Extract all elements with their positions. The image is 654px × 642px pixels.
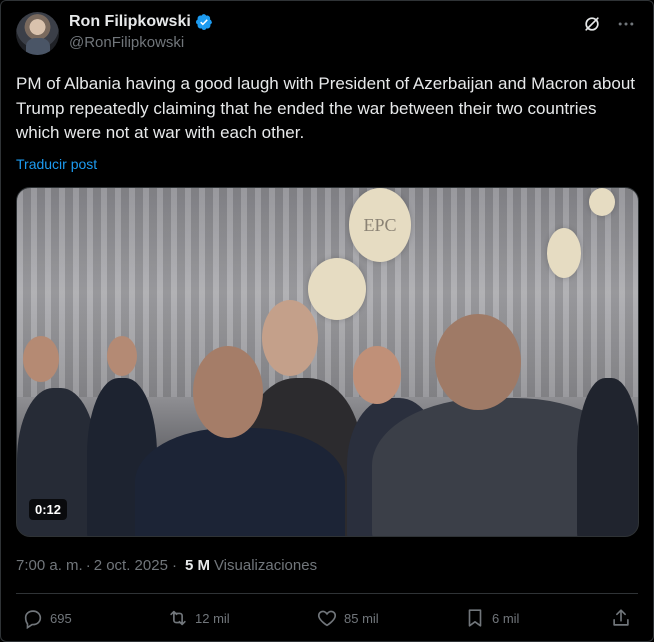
bookmark-icon <box>468 609 482 627</box>
video-player[interactable]: EPC <box>16 187 639 537</box>
meta-dot: · <box>171 557 177 574</box>
share-icon <box>613 609 629 626</box>
tweet-text: PM of Albania having a good laugh with P… <box>16 74 636 142</box>
author-handle[interactable]: @RonFilipkowski <box>69 34 213 51</box>
epc-logo-disc: EPC <box>349 188 411 262</box>
tweet-header: Ron Filipkowski @RonFilipkowski <box>16 12 638 58</box>
reply-icon <box>24 610 42 629</box>
decor-disc <box>589 188 615 216</box>
person-front-left-head <box>193 346 263 438</box>
decor-disc <box>308 258 366 320</box>
author-info: Ron Filipkowski @RonFilipkowski <box>69 13 213 51</box>
heart-icon <box>317 610 337 627</box>
reply-button[interactable]: 695 <box>22 607 72 629</box>
reply-count: 695 <box>50 610 72 626</box>
tweet-meta: 7:00 a. m. · 2 oct. 2025 · 5 M Visualiza… <box>16 557 317 574</box>
repost-count: 12 mil <box>195 610 230 626</box>
person-front-left <box>135 428 345 536</box>
decor-disc <box>547 228 581 278</box>
person-left-head <box>23 336 59 382</box>
like-button[interactable]: 85 mil <box>316 607 379 629</box>
person-center-tall-head <box>262 300 318 376</box>
name-row: Ron Filipkowski <box>69 13 213 31</box>
views-label: Visualizaciones <box>213 557 318 574</box>
divider <box>16 593 638 594</box>
bookmark-count: 6 mil <box>492 610 520 626</box>
epc-logo-text: EPC <box>363 214 397 235</box>
avatar[interactable] <box>16 12 59 55</box>
bookmark-button[interactable]: 6 mil <box>464 607 519 629</box>
repost-button[interactable]: 12 mil <box>167 607 230 629</box>
verified-badge-icon <box>195 14 212 31</box>
person-right-head <box>435 314 521 410</box>
author-display-name[interactable]: Ron Filipkowski <box>69 13 191 31</box>
person-far-right <box>577 378 638 536</box>
action-bar: 695 12 mil 85 mil 6 mil <box>16 607 638 635</box>
tweet-time[interactable]: 7:00 a. m. <box>16 557 83 574</box>
like-count: 85 mil <box>344 610 379 626</box>
views-count: 5 M <box>184 557 210 574</box>
meta-separator: · <box>85 557 91 574</box>
more-options-icon[interactable] <box>616 14 636 34</box>
repost-icon <box>170 610 186 626</box>
tweet-card: Ron Filipkowski @RonFilipkowski PM of Al… <box>0 0 654 642</box>
person-back-left-head <box>107 336 137 376</box>
grok-icon[interactable] <box>582 14 602 34</box>
video-duration-badge: 0:12 <box>29 499 68 520</box>
share-button[interactable] <box>610 607 632 629</box>
translate-post-link[interactable]: Traducir post <box>16 156 97 172</box>
person-mid-head <box>353 346 401 404</box>
tweet-date[interactable]: 2 oct. 2025 <box>94 557 168 574</box>
